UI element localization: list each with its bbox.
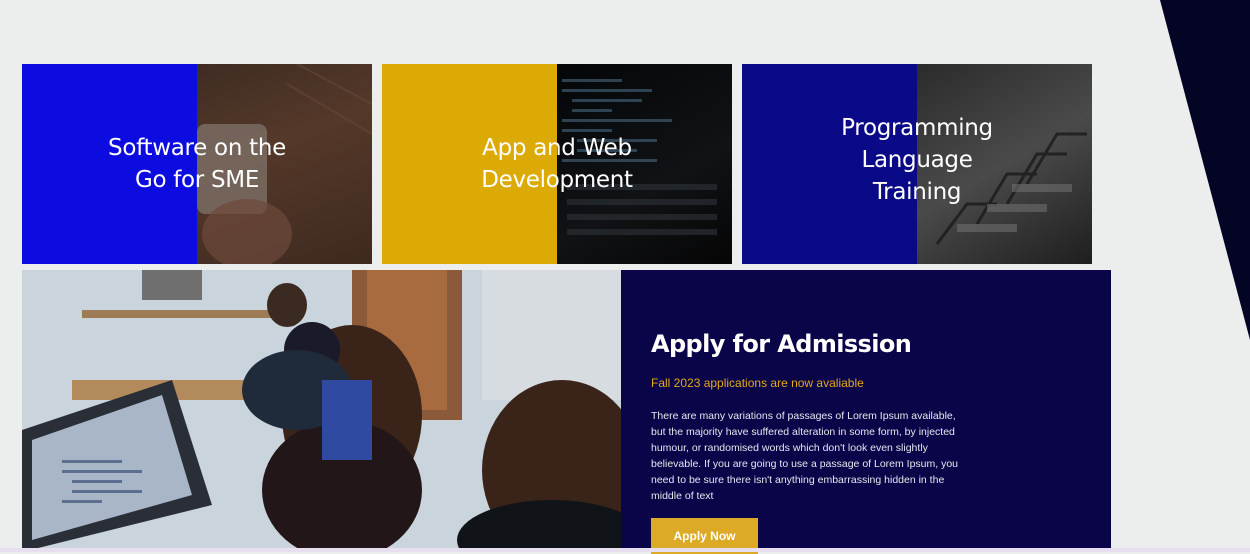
- students-photo: [22, 270, 621, 552]
- admission-body-text: There are many variations of passages of…: [651, 410, 959, 502]
- card-title: Programming Language Training: [841, 115, 993, 205]
- service-card-programming[interactable]: Programming Language Training: [742, 64, 1092, 264]
- card-title: App and Web Development: [481, 135, 633, 193]
- service-card-software[interactable]: Software on the Go for SME: [22, 64, 372, 264]
- decorative-slant: [1160, 0, 1250, 340]
- bottom-divider: [0, 548, 1250, 552]
- card-title: Software on the Go for SME: [108, 135, 286, 193]
- office-scene-image: [22, 270, 621, 552]
- admission-panel: Apply for Admission Fall 2023 applicatio…: [621, 270, 1111, 554]
- admission-subtitle: Fall 2023 applications are now avaliable: [651, 376, 864, 390]
- admission-heading: Apply for Admission: [651, 330, 912, 358]
- service-card-app-web[interactable]: App and Web Development: [382, 64, 732, 264]
